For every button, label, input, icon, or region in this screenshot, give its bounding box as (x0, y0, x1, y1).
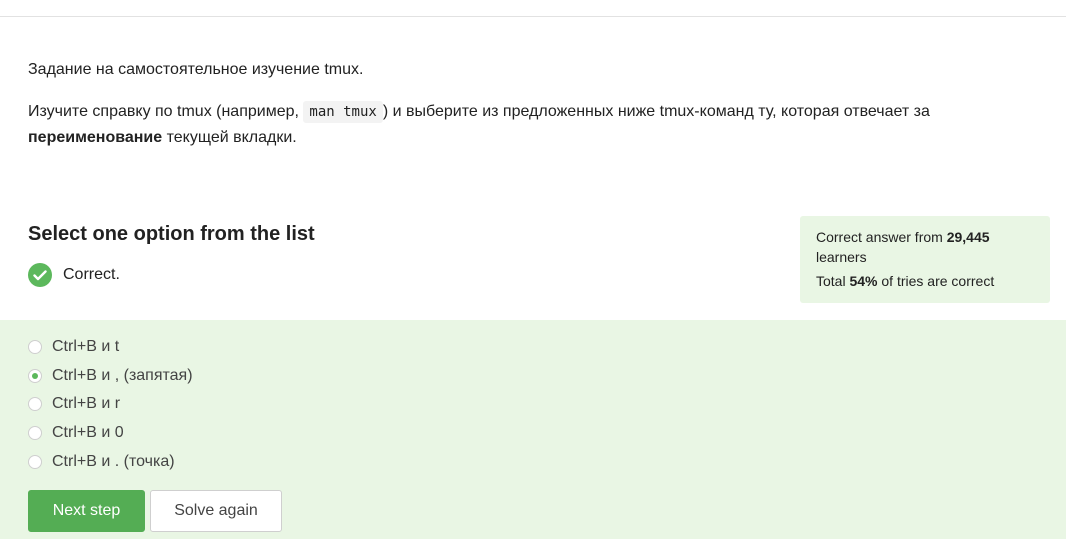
stats-percent-line: Total 54% of tries are correct (816, 271, 1034, 291)
stats-learners-count: 29,445 (946, 229, 990, 245)
task-text-part1: Изучите справку по tmux (например, (28, 103, 304, 120)
option-item[interactable]: Ctrl+B и . (точка) (28, 452, 175, 472)
option-item[interactable]: Ctrl+B и 0 (28, 423, 124, 443)
step-page: Задание на самостоятельное изучение tmux… (0, 0, 1066, 539)
quiz-heading: Select one option from the list (28, 223, 315, 245)
radio-icon[interactable] (28, 369, 42, 383)
next-step-button[interactable]: Next step (28, 490, 145, 532)
solve-again-button[interactable]: Solve again (150, 490, 282, 532)
radio-icon[interactable] (28, 455, 42, 469)
option-label: Ctrl+B и . (точка) (52, 453, 175, 470)
stats-learners-suffix: learners (816, 249, 867, 265)
radio-icon[interactable] (28, 426, 42, 440)
radio-icon[interactable] (28, 397, 42, 411)
task-text-bold: переименование (28, 129, 163, 146)
option-label: Ctrl+B и t (52, 338, 120, 355)
task-title: Задание на самостоятельное изучение tmux… (28, 61, 364, 78)
task-text-part2: ) и выберите из предложенных ниже tmux-к… (382, 103, 930, 120)
code-snippet: man tmux (303, 101, 383, 123)
stats-panel: Correct answer from 29,445 learners Tota… (800, 216, 1050, 303)
radio-icon[interactable] (28, 340, 42, 354)
stats-learners-prefix: Correct answer from (816, 229, 947, 245)
option-label: Ctrl+B и r (52, 395, 121, 412)
stats-percent: 54% (849, 273, 878, 289)
option-label: Ctrl+B и 0 (52, 424, 124, 441)
feedback-row: Correct. (28, 263, 120, 287)
stats-learners-line: Correct answer from 29,445 learners (816, 227, 1034, 267)
task-text-part3: текущей вкладки. (162, 129, 297, 146)
option-label: Ctrl+B и , (запятая) (52, 367, 193, 384)
check-circle-icon (28, 263, 52, 287)
feedback-text: Correct. (63, 266, 120, 283)
task-description: Изучите справку по tmux (например, man t… (28, 99, 1028, 151)
option-item[interactable]: Ctrl+B и , (запятая) (28, 366, 193, 386)
option-item[interactable]: Ctrl+B и r (28, 394, 120, 414)
stats-percent-suffix: of tries are correct (877, 273, 995, 289)
stats-percent-prefix: Total (816, 273, 850, 289)
option-item[interactable]: Ctrl+B и t (28, 337, 119, 357)
top-divider (0, 16, 1066, 17)
